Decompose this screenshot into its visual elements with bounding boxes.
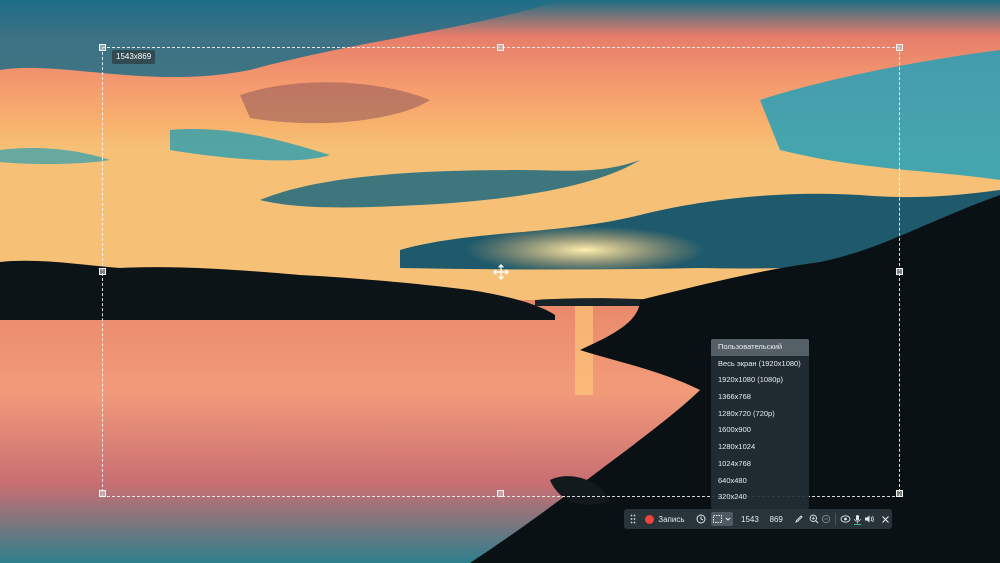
resize-handle-bottom[interactable] xyxy=(497,490,504,497)
resolution-option-720p[interactable]: 1280x720 (720p) xyxy=(711,406,809,423)
resolution-dropdown: Пользовательский Весь экран (1920x1080) … xyxy=(711,339,809,509)
pen-icon[interactable] xyxy=(793,509,805,529)
capture-size-label: 1543x869 xyxy=(112,50,156,64)
chevron-down-icon xyxy=(725,517,731,521)
resolution-option-1280x1024[interactable]: 1280x1024 xyxy=(711,439,809,456)
resize-handle-bottom-right[interactable] xyxy=(896,490,903,497)
resolution-option-320x240[interactable]: 320x240 xyxy=(711,489,809,506)
resolution-option-custom[interactable]: Пользовательский xyxy=(711,339,809,356)
capture-area-select-button[interactable] xyxy=(710,512,733,526)
record-button-label: Запись xyxy=(658,514,685,524)
close-icon[interactable] xyxy=(880,509,892,529)
resolution-option-1600x900[interactable]: 1600x900 xyxy=(711,422,809,439)
drag-grip-icon[interactable] xyxy=(627,509,639,529)
selection-area-icon xyxy=(712,514,722,523)
microphone-icon[interactable] xyxy=(851,509,863,529)
resolution-option-fullscreen[interactable]: Весь экран (1920x1080) xyxy=(711,356,809,373)
resolution-option-1366x768[interactable]: 1366x768 xyxy=(711,389,809,406)
record-button[interactable]: Запись xyxy=(645,509,685,529)
recorder-toolbar: Запись 1543 869 xyxy=(624,509,892,529)
resize-handle-bottom-left[interactable] xyxy=(99,490,106,497)
resize-handle-top[interactable] xyxy=(497,44,504,51)
resize-handle-top-right[interactable] xyxy=(896,44,903,51)
toolbar-divider xyxy=(835,513,836,525)
move-icon[interactable] xyxy=(492,263,510,281)
resolution-option-1024x768[interactable]: 1024x768 xyxy=(711,456,809,473)
resize-handle-left[interactable] xyxy=(99,268,106,275)
record-dot-icon xyxy=(645,514,655,524)
width-input[interactable]: 1543 xyxy=(737,509,763,529)
resize-handle-right[interactable] xyxy=(896,268,903,275)
resolution-option-1080p[interactable]: 1920x1080 (1080p) xyxy=(711,372,809,389)
resolution-option-640x480[interactable]: 640x480 xyxy=(711,473,809,490)
zoom-out-icon[interactable] xyxy=(820,509,832,529)
resize-handle-top-left[interactable] xyxy=(99,44,106,51)
speaker-icon[interactable] xyxy=(864,509,876,529)
clock-icon[interactable] xyxy=(695,509,707,529)
webcam-icon[interactable] xyxy=(839,509,851,529)
zoom-in-icon[interactable] xyxy=(808,509,820,529)
height-input[interactable]: 869 xyxy=(763,509,789,529)
